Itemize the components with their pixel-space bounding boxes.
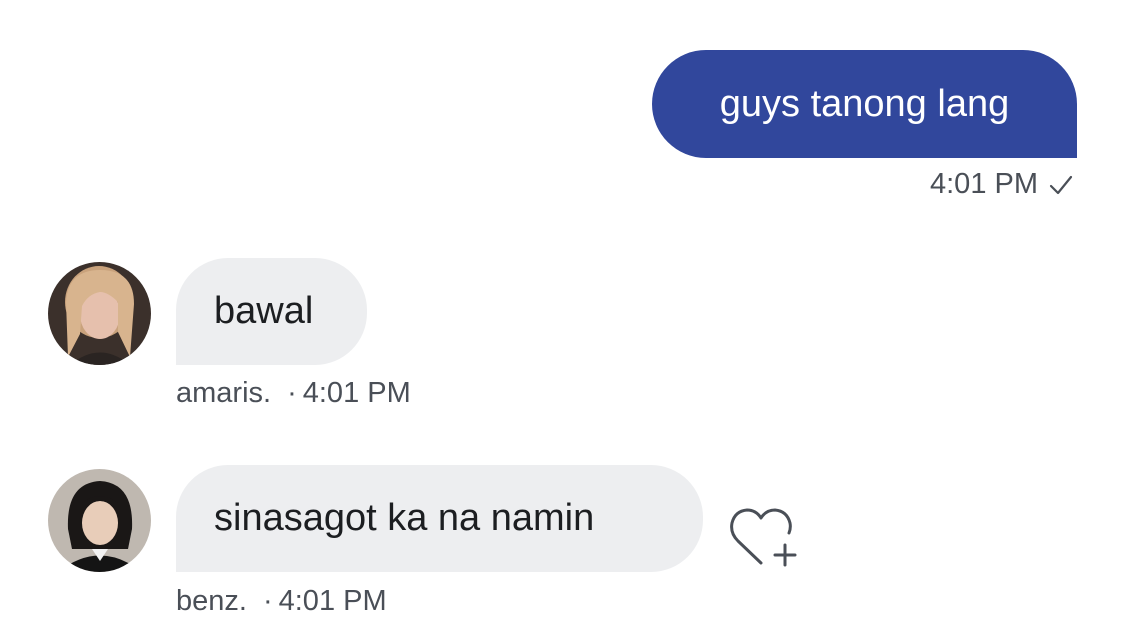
message-time: 4:01 PM [278,585,387,617]
avatar-benz[interactable] [48,469,151,572]
sender-name: benz. [176,585,247,617]
separator-dot: · [287,377,297,409]
avatar-amaris[interactable] [48,262,151,365]
incoming-message-bubble[interactable]: sinasagot ka na namin [176,465,703,572]
incoming-message-bubble[interactable]: bawal [176,258,367,365]
message-meta: benz. · 4:01 PM [176,585,387,618]
sender-name: amaris. [176,377,272,409]
message-text: guys tanong lang [719,82,1010,125]
message-text: bawal [214,290,314,332]
outgoing-message-bubble[interactable]: guys tanong lang [652,50,1077,158]
check-icon [1049,175,1073,194]
separator-dot: · [262,585,273,617]
message-text: sinasagot ka na namin [214,497,595,539]
message-meta: amaris. · 4:01 PM [176,377,411,410]
heart-add-icon[interactable] [728,503,800,569]
message-time: 4:01 PM [302,377,411,409]
message-time: 4:01 PM [930,168,1038,200]
message-meta: 4:01 PM [930,168,1074,201]
